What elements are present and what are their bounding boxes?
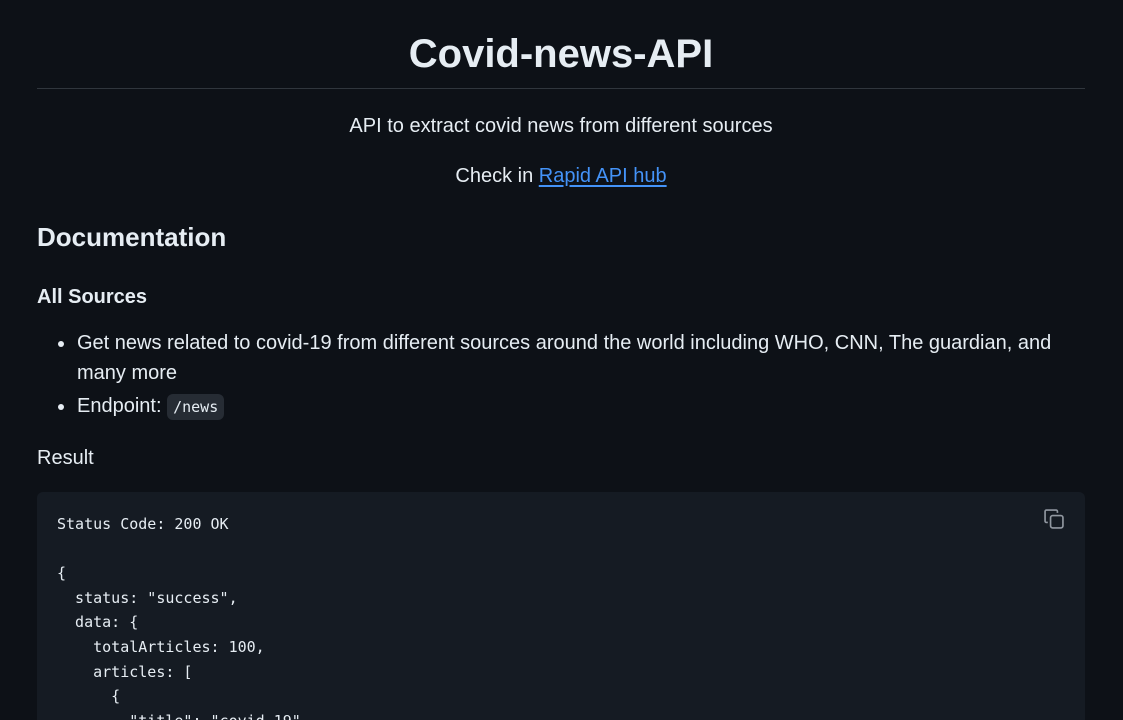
rapid-api-hub-link[interactable]: Rapid API hub <box>539 165 667 187</box>
code-line: articles: [ <box>57 662 193 681</box>
code-line: Status Code: 200 OK <box>57 515 229 533</box>
code-line: status: "success", <box>57 588 238 607</box>
code-line: { <box>57 687 121 706</box>
code-line: { <box>57 564 67 583</box>
copy-icon <box>1044 509 1064 529</box>
api-description: API to extract covid news from different… <box>349 115 773 137</box>
bullet-icon <box>58 404 64 410</box>
readme-content: Covid-news-API API to extract covid news… <box>37 0 1085 720</box>
bullet-text: Get news related to covid-19 from differ… <box>77 332 1052 384</box>
result-code-block: Status Code: 200 OK { status: "success",… <box>37 492 1085 720</box>
documentation-heading: Documentation <box>37 222 227 252</box>
result-label: Result <box>37 447 94 469</box>
bullet-icon <box>58 341 64 347</box>
all-sources-heading: All Sources <box>37 286 148 308</box>
sources-bullet-list: Get news related to covid-19 from differ… <box>37 328 1085 422</box>
page-title: Covid-news-API <box>37 0 1085 89</box>
code-content: Status Code: 200 OK { status: "success",… <box>37 492 1085 720</box>
list-item: Get news related to covid-19 from differ… <box>37 328 1085 388</box>
rapid-api-line: Check in Rapid API hub <box>37 163 1085 189</box>
endpoint-label: Endpoint: <box>77 395 168 417</box>
code-line: "title": "covid-19", <box>57 712 310 720</box>
endpoint-code: /news <box>167 394 225 420</box>
code-line: data: { <box>57 613 139 632</box>
list-item: Endpoint: /news <box>37 391 1085 422</box>
code-line: totalArticles: 100, <box>57 637 265 656</box>
copy-button[interactable] <box>1043 508 1067 532</box>
check-prefix: Check in <box>455 165 539 187</box>
